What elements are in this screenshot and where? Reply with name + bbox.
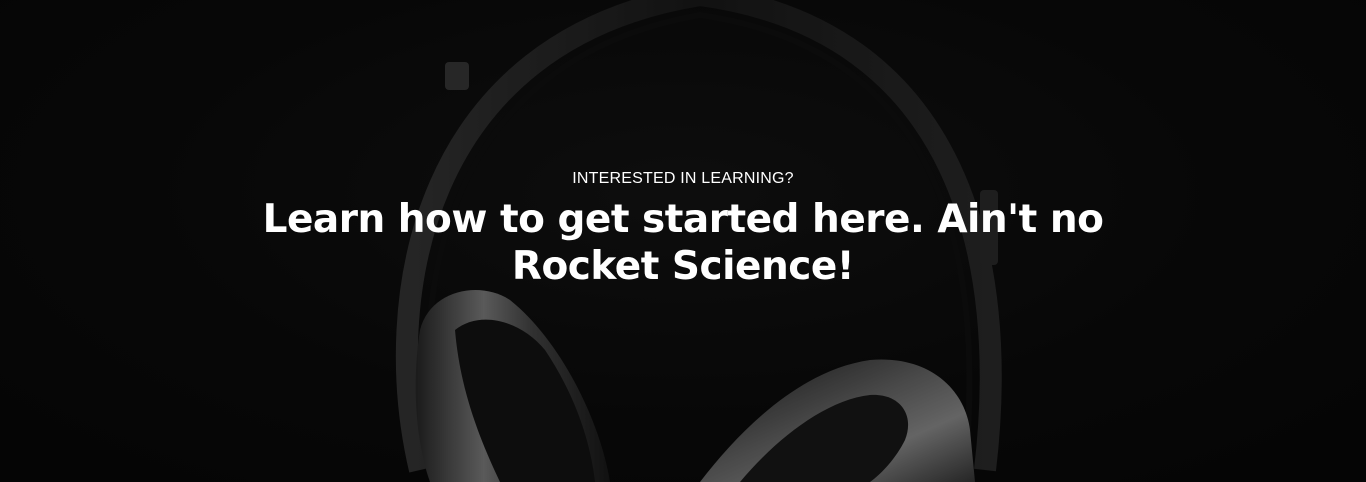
hero-banner: INTERESTED IN LEARNING? Learn how to get…: [0, 0, 1366, 482]
hero-headline: Learn how to get started here. Ain't no …: [262, 197, 1104, 289]
hero-content: INTERESTED IN LEARNING? Learn how to get…: [0, 0, 1366, 482]
hero-eyebrow: INTERESTED IN LEARNING?: [572, 170, 794, 187]
